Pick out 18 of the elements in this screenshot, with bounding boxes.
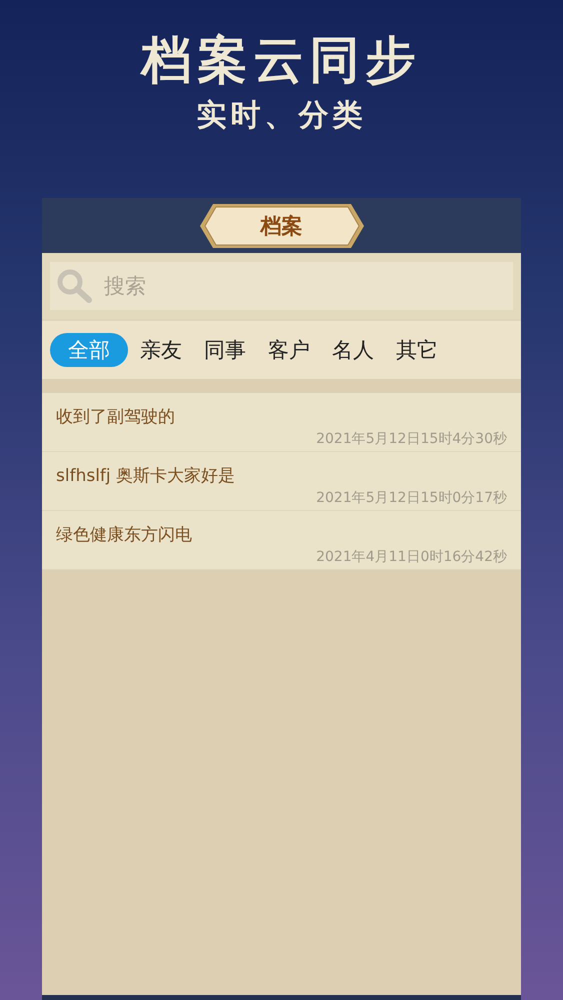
- record-row[interactable]: slfhslfj 奥斯卡大家好是 2021年5月12日15时0分17秒: [42, 452, 521, 511]
- title-badge: 档案: [198, 202, 364, 248]
- record-time: 2021年5月12日15时4分30秒: [316, 430, 507, 448]
- record-time: 2021年5月12日15时0分17秒: [316, 489, 507, 507]
- category-tab[interactable]: 名人: [322, 333, 384, 367]
- category-tab[interactable]: 同事: [194, 333, 256, 367]
- category-tab[interactable]: 亲友: [130, 333, 192, 367]
- category-tab[interactable]: 其它: [386, 333, 448, 367]
- record-row[interactable]: 绿色健康东方闪电 2021年4月11日0时16分42秒: [42, 511, 521, 570]
- headline: 档案云同步: [142, 30, 422, 90]
- search-field[interactable]: 搜索: [50, 262, 513, 310]
- record-time: 2021年4月11日0时16分42秒: [316, 548, 507, 566]
- record-title: 绿色健康东方闪电: [56, 524, 193, 546]
- record-title: 收到了副驾驶的: [56, 406, 176, 428]
- subheadline: 实时、分类: [196, 98, 366, 134]
- category-tab[interactable]: 客户: [258, 333, 320, 367]
- record-row[interactable]: 收到了副驾驶的 2021年5月12日15时4分30秒: [42, 393, 521, 452]
- record-title: slfhslfj 奥斯卡大家好是: [56, 465, 236, 487]
